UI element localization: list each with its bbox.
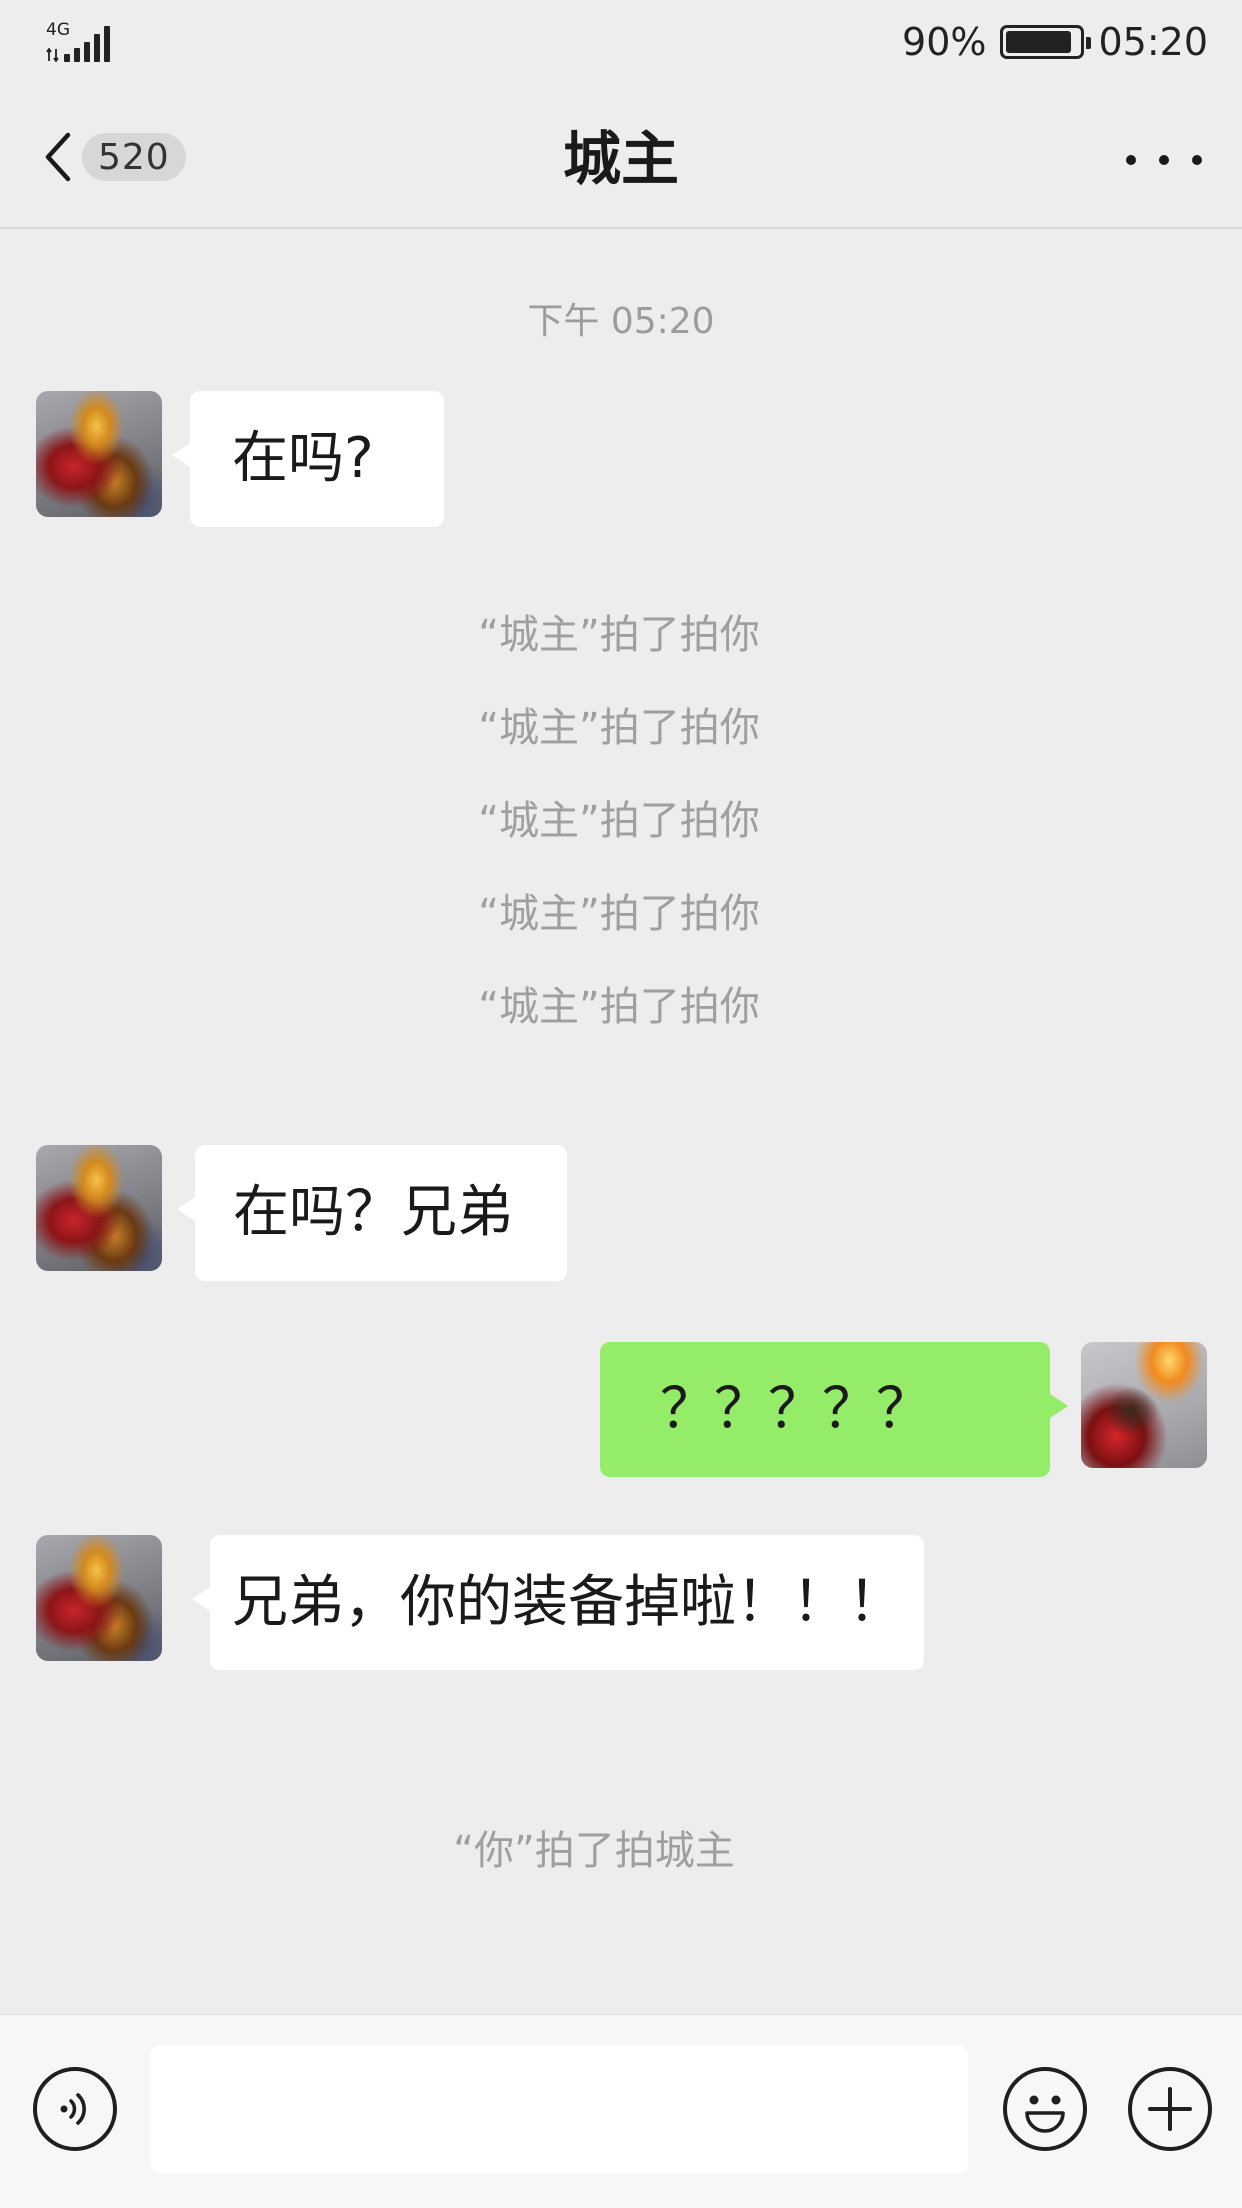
- more-options-button[interactable]: [1126, 140, 1202, 180]
- pat-notice: “城主”拍了拍你: [478, 984, 760, 1030]
- message-text: 在吗？兄弟: [233, 1180, 513, 1245]
- pat-notice: “城主”拍了拍你: [478, 705, 760, 751]
- message-text: ？？？？？: [660, 1376, 932, 1442]
- signal-icon: 4G: [46, 22, 116, 62]
- battery-percent: 90%: [902, 20, 987, 64]
- message-bubble-received[interactable]: 在吗？兄弟: [177, 1145, 567, 1281]
- message-bubble-received[interactable]: 在吗?: [172, 391, 444, 527]
- smiley-icon: [1025, 2095, 1065, 2133]
- input-bar: [0, 2014, 1242, 2208]
- data-arrows-icon: [46, 48, 59, 62]
- timestamp: 下午 05:20: [527, 301, 715, 342]
- status-right: 90% 05:20: [902, 16, 1208, 68]
- friend-avatar[interactable]: [36, 1145, 162, 1271]
- emoji-button[interactable]: [1003, 2067, 1087, 2151]
- status-bar: 4G 90% 05:20: [0, 0, 1242, 84]
- nav-bar: 520 城主: [0, 84, 1242, 229]
- clock: 05:20: [1098, 20, 1208, 64]
- friend-avatar[interactable]: [36, 1535, 162, 1661]
- voice-button[interactable]: [33, 2067, 117, 2151]
- message-text: 在吗?: [232, 426, 374, 491]
- voice-icon: [60, 2093, 86, 2125]
- chat-title: 城主: [562, 125, 679, 193]
- message-input[interactable]: [150, 2045, 968, 2173]
- more-dots-icon: [1126, 155, 1136, 165]
- pat-notice: “城主”拍了拍你: [478, 891, 760, 937]
- plus-icon: [1148, 2087, 1192, 2131]
- battery-icon: [1000, 25, 1092, 59]
- pat-notice: “城主”拍了拍你: [478, 798, 760, 844]
- message-text: 兄弟，你的装备掉啦！！！: [232, 1569, 904, 1635]
- network-type: 4G: [46, 20, 70, 40]
- friend-avatar[interactable]: [36, 391, 162, 517]
- message-bubble-sent[interactable]: ？？？？？: [600, 1342, 1068, 1477]
- pat-notice: “城主”拍了拍你: [478, 612, 760, 658]
- pat-notice: “你”拍了拍城主: [453, 1828, 735, 1874]
- message-bubble-received[interactable]: 兄弟，你的装备掉啦！！！: [192, 1535, 924, 1670]
- more-functions-button[interactable]: [1128, 2067, 1212, 2151]
- my-avatar[interactable]: [1081, 1342, 1207, 1468]
